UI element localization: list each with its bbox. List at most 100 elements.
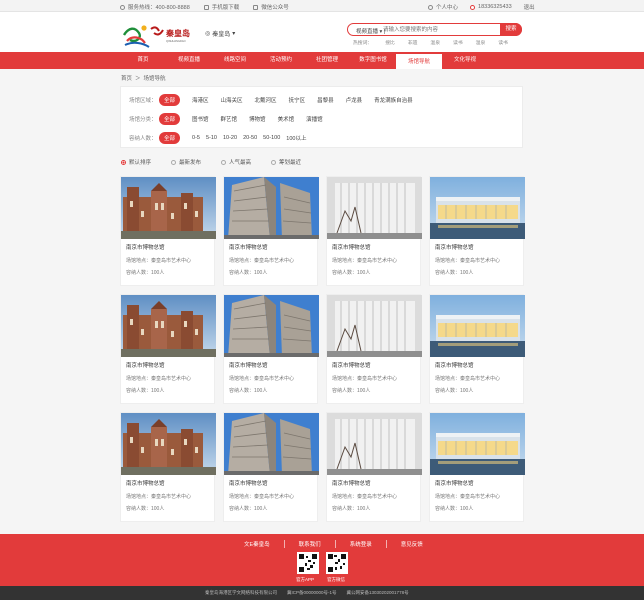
nav-item-clubs[interactable]: 社团管理 bbox=[304, 52, 350, 69]
nav-item-guide[interactable]: 文化导视 bbox=[442, 52, 488, 69]
top-utility-bar: 服务热线：400-800-8888 手机版下载 微信公众号 个人中心 18336… bbox=[0, 0, 644, 12]
site-logo[interactable]: 秦皇岛 QINHUANGDAO bbox=[121, 21, 201, 49]
wechat-link[interactable]: 微信公众号 bbox=[253, 3, 289, 11]
nav-item-venues[interactable]: 场馆导航 bbox=[396, 52, 442, 69]
filter-option-all[interactable]: 全部 bbox=[159, 132, 181, 144]
search-type-select[interactable]: 视频直播 ▾ | bbox=[356, 27, 385, 35]
venue-photo[interactable] bbox=[430, 177, 525, 239]
venue-photo[interactable] bbox=[121, 295, 216, 357]
hot-word[interactable]: 非遗 bbox=[408, 39, 418, 46]
nav-item-events[interactable]: 活动预约 bbox=[258, 52, 304, 69]
filter-option[interactable]: 10-20 bbox=[223, 135, 237, 141]
venue-photo[interactable] bbox=[327, 413, 422, 475]
app-download-link[interactable]: 手机版下载 bbox=[203, 3, 239, 11]
filter-panel: 场馆区域： 全部 海港区 山海关区 北戴河区 抚宁区 昌黎县 卢龙县 青龙满族自… bbox=[120, 86, 523, 148]
filter-option[interactable]: 卢龙县 bbox=[346, 96, 363, 104]
sort-default[interactable]: 默认排序 bbox=[121, 158, 151, 166]
venue-card[interactable]: 南京市博物总馆 场馆地点：秦皇岛市艺术中心 容纳人数：100人 bbox=[429, 176, 525, 286]
venue-title[interactable]: 南京市博物总馆 bbox=[229, 479, 268, 487]
venue-title[interactable]: 南京市博物总馆 bbox=[435, 479, 474, 487]
venue-card[interactable]: 南京市博物总馆 场馆地点：秦皇岛市艺术中心 容纳人数：100人 bbox=[326, 294, 422, 404]
venue-photo[interactable] bbox=[224, 413, 319, 475]
venue-card[interactable]: 南京市博物总馆 场馆地点：秦皇岛市艺术中心 容纳人数：100人 bbox=[326, 176, 422, 286]
venue-title[interactable]: 南京市博物总馆 bbox=[332, 479, 371, 487]
filter-option[interactable]: 100以上 bbox=[286, 134, 306, 142]
venue-card[interactable]: 南京市博物总馆 场馆地点：秦皇岛市艺术中心 容纳人数：100人 bbox=[429, 412, 525, 522]
filter-option-all[interactable]: 全部 bbox=[159, 113, 181, 125]
filter-option[interactable]: 20-50 bbox=[243, 135, 257, 141]
sort-nearest[interactable]: 筹划最近 bbox=[271, 158, 301, 166]
hot-word[interactable]: 温泉 bbox=[430, 39, 440, 46]
nav-item-library[interactable]: 数字图书馆 bbox=[350, 52, 396, 69]
filter-option[interactable]: 昌黎县 bbox=[317, 96, 334, 104]
venue-card[interactable]: 南京市博物总馆 场馆地点：秦皇岛市艺术中心 容纳人数：100人 bbox=[429, 294, 525, 404]
filter-option[interactable]: 山海关区 bbox=[221, 96, 243, 104]
footer-link-brand[interactable]: 文E秦皇岛 bbox=[230, 540, 285, 548]
venue-photo[interactable] bbox=[327, 295, 422, 357]
venue-title[interactable]: 南京市博物总馆 bbox=[332, 243, 371, 251]
filter-option[interactable]: 青龙满族自治县 bbox=[374, 96, 413, 104]
venue-title[interactable]: 南京市博物总馆 bbox=[332, 361, 371, 369]
filter-option[interactable]: 北戴河区 bbox=[255, 96, 277, 104]
venue-title[interactable]: 南京市博物总馆 bbox=[126, 479, 165, 487]
hot-word[interactable]: 读书 bbox=[453, 39, 463, 46]
venue-title[interactable]: 南京市博物总馆 bbox=[126, 361, 165, 369]
venue-card[interactable]: 南京市博物总馆 场馆地点：秦皇岛市艺术中心 容纳人数：100人 bbox=[326, 412, 422, 522]
filter-option[interactable]: 群艺馆 bbox=[221, 115, 238, 123]
venue-address: 场馆地点：秦皇岛市艺术中心 bbox=[435, 258, 501, 264]
site-footer: 文E秦皇岛 联系我们 系统登录 意见反馈 官方APP 官方微信 bbox=[0, 534, 644, 586]
venue-title[interactable]: 南京市博物总馆 bbox=[229, 243, 268, 251]
venue-photo[interactable] bbox=[121, 177, 216, 239]
filter-option[interactable]: 5-10 bbox=[206, 135, 217, 141]
venue-photo[interactable] bbox=[327, 177, 422, 239]
venue-photo[interactable] bbox=[224, 295, 319, 357]
venue-photo[interactable] bbox=[430, 413, 525, 475]
filter-option[interactable]: 演播馆 bbox=[306, 115, 323, 123]
venue-card[interactable]: 南京市博物总馆 场馆地点：秦皇岛市艺术中心 容纳人数：100人 bbox=[223, 412, 319, 522]
filter-option[interactable]: 图书馆 bbox=[192, 115, 209, 123]
venue-card[interactable]: 南京市博物总馆 场馆地点：秦皇岛市艺术中心 容纳人数：100人 bbox=[120, 176, 216, 286]
footer-link-feedback[interactable]: 意见反馈 bbox=[387, 540, 437, 548]
filter-option[interactable]: 0-5 bbox=[192, 135, 200, 141]
venue-title[interactable]: 南京市博物总馆 bbox=[229, 361, 268, 369]
venue-card[interactable]: 南京市博物总馆 场馆地点：秦皇岛市艺术中心 容纳人数：100人 bbox=[223, 176, 319, 286]
filter-option[interactable]: 美术馆 bbox=[278, 115, 295, 123]
venue-photo[interactable] bbox=[224, 177, 319, 239]
hot-word[interactable]: 温泉 bbox=[476, 39, 486, 46]
user-icon bbox=[428, 4, 433, 10]
nav-item-live[interactable]: 视频直播 bbox=[166, 52, 212, 69]
hot-word[interactable]: 搜比 bbox=[385, 39, 395, 46]
filter-option[interactable]: 50-100 bbox=[263, 135, 280, 141]
user-phone[interactable]: 18336325433 bbox=[470, 3, 512, 11]
sort-popular[interactable]: 人气最高 bbox=[221, 158, 251, 166]
venue-photo[interactable] bbox=[121, 413, 216, 475]
breadcrumb-home[interactable]: 首页 bbox=[121, 74, 132, 82]
radio-selected-icon bbox=[121, 159, 126, 165]
venue-capacity: 容纳人数：100人 bbox=[435, 388, 474, 394]
filter-option[interactable]: 抚宁区 bbox=[289, 96, 306, 104]
venue-card[interactable]: 南京市博物总馆 场馆地点：秦皇岛市艺术中心 容纳人数：100人 bbox=[223, 294, 319, 404]
footer-link-login[interactable]: 系统登录 bbox=[336, 540, 387, 548]
sort-newest[interactable]: 最新发布 bbox=[171, 158, 201, 166]
filter-row-region: 场馆区域： 全部 海港区 山海关区 北戴河区 抚宁区 昌黎县 卢龙县 青龙满族自… bbox=[129, 94, 425, 106]
nav-item-space[interactable]: 线路空间 bbox=[212, 52, 258, 69]
logout-link[interactable]: 退出 bbox=[524, 3, 535, 11]
filter-option-all[interactable]: 全部 bbox=[159, 94, 181, 106]
venue-card[interactable]: 南京市博物总馆 场馆地点：秦皇岛市艺术中心 容纳人数：100人 bbox=[120, 294, 216, 404]
venue-title[interactable]: 南京市博物总馆 bbox=[126, 243, 165, 251]
search-input[interactable] bbox=[383, 25, 493, 35]
qr-label-app: 官方APP bbox=[296, 577, 315, 582]
filter-option[interactable]: 博物馆 bbox=[249, 115, 266, 123]
nav-item-home[interactable]: 首页 bbox=[120, 52, 166, 69]
filter-option[interactable]: 海港区 bbox=[192, 96, 209, 104]
venue-title[interactable]: 南京市博物总馆 bbox=[435, 361, 474, 369]
copyright-police: 冀公网安备13030202001778号 bbox=[346, 590, 409, 595]
venue-title[interactable]: 南京市博物总馆 bbox=[435, 243, 474, 251]
footer-link-contact[interactable]: 联系我们 bbox=[285, 540, 336, 548]
user-center-link[interactable]: 个人中心 bbox=[428, 3, 458, 11]
hot-word[interactable]: 读书 bbox=[498, 39, 508, 46]
city-selector[interactable]: ◎ 秦皇岛 ▾ bbox=[205, 29, 235, 38]
venue-card[interactable]: 南京市博物总馆 场馆地点：秦皇岛市艺术中心 容纳人数：100人 bbox=[120, 412, 216, 522]
venue-photo[interactable] bbox=[430, 295, 525, 357]
search-button[interactable]: 搜索 bbox=[500, 23, 522, 36]
